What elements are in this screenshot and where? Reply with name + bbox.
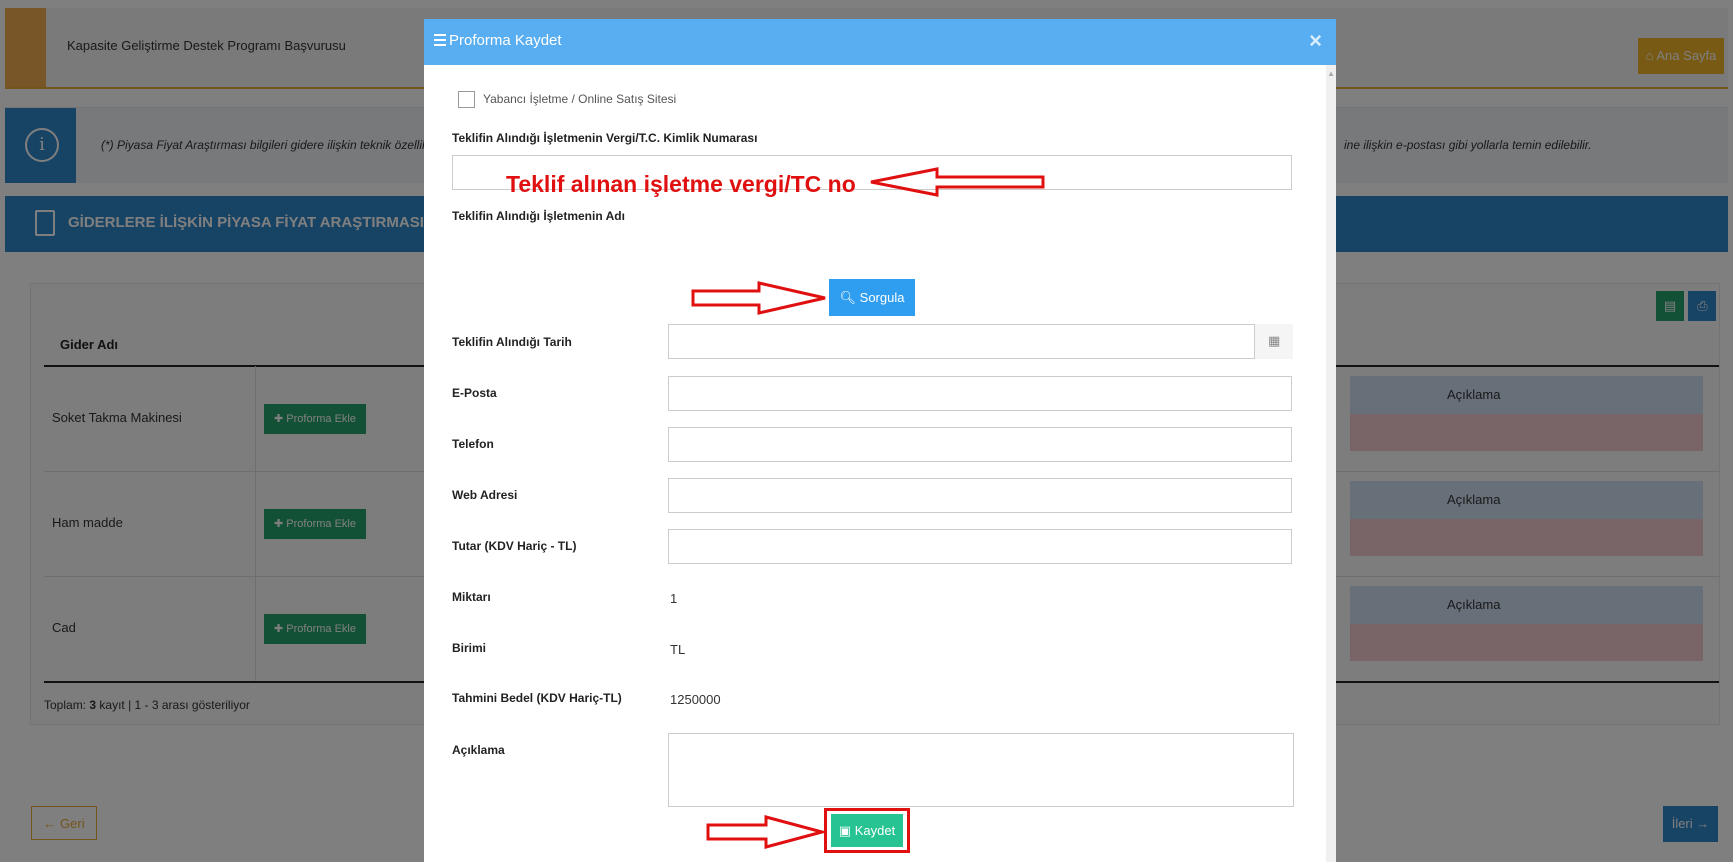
search-icon: 🔍︎ (839, 290, 857, 305)
annotation-arrow-right-query (691, 281, 826, 315)
web-address-label: Web Adresi (452, 488, 518, 502)
email-input[interactable] (668, 376, 1292, 411)
description-label: Açıklama (452, 743, 505, 757)
calendar-button[interactable]: ▦ (1254, 324, 1293, 359)
estimate-value: 1250000 (670, 692, 721, 707)
date-label: Teklifin Alındığı Tarih (452, 335, 572, 349)
phone-label: Telefon (452, 437, 494, 451)
annotation-text: Teklif alınan işletme vergi/TC no (506, 171, 856, 197)
unit-value: TL (670, 642, 686, 657)
query-button[interactable]: 🔍︎ Sorgula (829, 279, 915, 316)
close-icon[interactable]: × (1309, 28, 1322, 54)
modal-scrollbar[interactable] (1326, 65, 1336, 862)
query-button-label: Sorgula (859, 290, 905, 305)
list-icon (434, 34, 446, 46)
estimate-label: Tahmini Bedel (KDV Hariç-TL) (452, 691, 622, 705)
unit-label: Birimi (452, 641, 487, 655)
foreign-business-checkbox[interactable] (458, 91, 475, 108)
amount-label: Tutar (KDV Hariç - TL) (452, 539, 577, 553)
annotation-arrow-left (870, 167, 1045, 197)
description-textarea[interactable] (668, 733, 1294, 807)
proforma-modal: Proforma Kaydet × ▲ Yabancı İşletme / On… (424, 19, 1336, 862)
quantity-value: 1 (670, 591, 678, 606)
calendar-icon: ▦ (1268, 333, 1281, 348)
amount-input[interactable] (668, 529, 1292, 564)
quantity-label: Miktarı (452, 590, 491, 604)
modal-title: Proforma Kaydet (449, 32, 562, 49)
save-highlight: ▣ Kaydet (824, 808, 910, 853)
floppy-icon: ▣ (838, 823, 852, 838)
company-name-label: Teklifin Alındığı İşletmenin Adı (452, 209, 625, 223)
web-address-input[interactable] (668, 478, 1292, 513)
tax-id-label: Teklifin Alındığı İşletmenin Vergi/T.C. … (452, 131, 758, 145)
email-label: E-Posta (452, 386, 497, 400)
save-button-label: Kaydet (854, 823, 896, 838)
modal-header: Proforma Kaydet × (424, 19, 1336, 65)
phone-input[interactable] (668, 427, 1292, 462)
annotation-arrow-right-save (706, 815, 826, 849)
foreign-business-label: Yabancı İşletme / Online Satış Sitesi (483, 92, 677, 106)
date-input[interactable] (668, 324, 1292, 359)
scroll-up-icon[interactable]: ▲ (1327, 69, 1335, 78)
save-button[interactable]: ▣ Kaydet (831, 814, 903, 847)
